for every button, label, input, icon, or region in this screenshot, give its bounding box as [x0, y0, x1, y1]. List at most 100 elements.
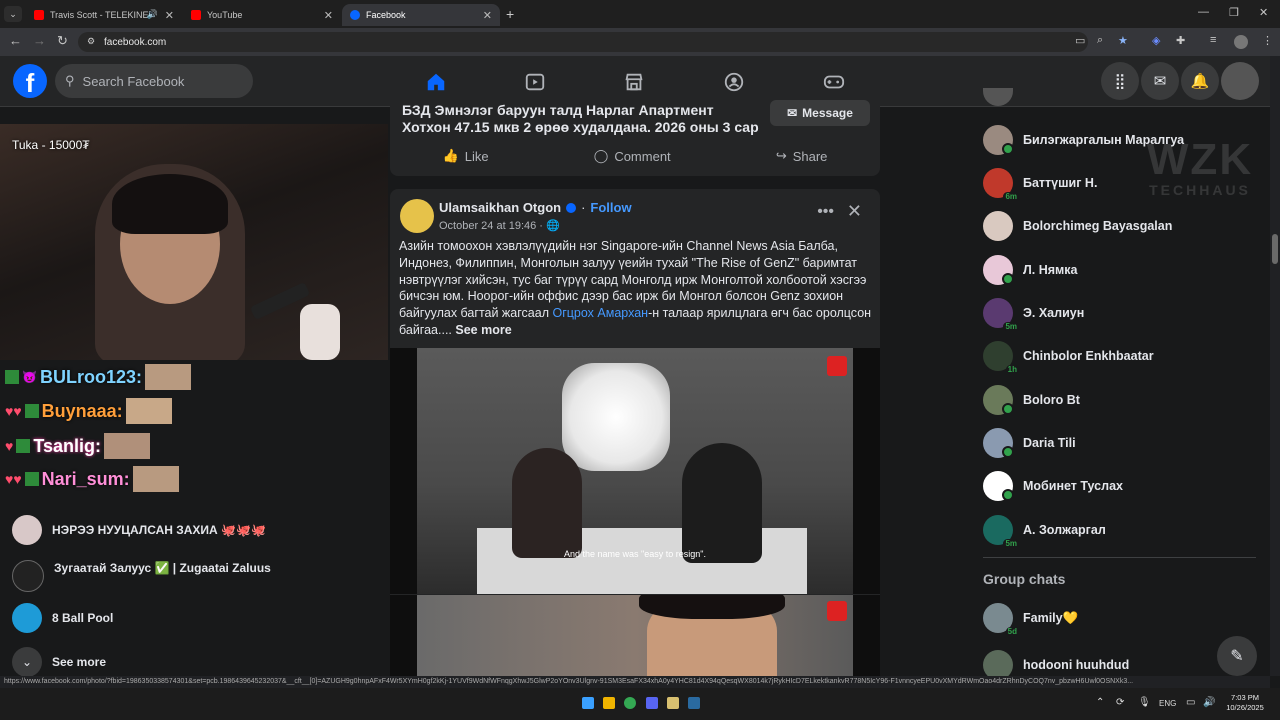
post-text: БЗД Эмнэлэг баруун талд Нарлаг Апартмент…: [402, 102, 759, 135]
post-photo[interactable]: [390, 595, 880, 676]
contact-item[interactable]: 6m Баттүшиг Н.: [983, 165, 1253, 201]
comment-icon: ◯: [593, 148, 609, 163]
search-input[interactable]: ⚲ Search Facebook: [55, 64, 253, 98]
8-ball-icon: [12, 603, 42, 633]
badge-icon: [24, 404, 39, 418]
new-message-button[interactable]: ✎: [1217, 636, 1257, 676]
tab-list-button[interactable]: ⌄: [4, 6, 22, 22]
bell-icon: 🔔: [1190, 73, 1210, 90]
contact-name: Л. Нямка: [1023, 263, 1078, 277]
person-hair: [639, 595, 785, 619]
plush-toy: [300, 304, 340, 360]
url-field[interactable]: ⚙ facebook.com: [78, 32, 1088, 52]
shortcut-avatar: [12, 515, 42, 545]
shortcut-item[interactable]: НЭРЭЭ НУУЦАЛСАН ЗАХИА 🐙🐙🐙: [12, 515, 266, 545]
chat-line: 😈 BULroo123:: [5, 364, 191, 390]
clock-date: 10/26/2025: [1226, 703, 1264, 712]
forward-icon[interactable]: →: [33, 33, 46, 48]
tray-chevron-icon[interactable]: ⌃: [1096, 697, 1104, 708]
logo-mark-icon: [827, 356, 847, 376]
post-options-icon[interactable]: •••: [817, 203, 834, 221]
start-icon[interactable]: [582, 697, 594, 709]
messenger-icon: ✉: [1153, 73, 1167, 90]
author-avatar[interactable]: [400, 199, 434, 233]
notifications-button[interactable]: 🔔: [1181, 62, 1219, 100]
comment-button[interactable]: ◯ Comment: [594, 148, 671, 164]
mention-link[interactable]: Огцрох Амархан: [552, 306, 648, 320]
facebook-logo-icon[interactable]: f: [13, 64, 47, 98]
close-window-icon[interactable]: ✕: [1259, 6, 1268, 19]
scrollbar-thumb[interactable]: [1272, 234, 1278, 264]
minimize-icon[interactable]: —: [1198, 6, 1209, 18]
network-icon: ▭: [1186, 697, 1196, 708]
chat-user: BULroo123:: [39, 366, 142, 387]
contact-item[interactable]: Л. Нямка: [983, 252, 1253, 288]
streamer-hair: [112, 174, 228, 234]
shortcut-label: НЭРЭЭ НУУЦАЛСАН ЗАХИА 🐙🐙🐙: [52, 523, 266, 537]
close-tab-icon[interactable]: ✕: [165, 9, 174, 22]
contact-item[interactable]: Boloro Bt: [983, 382, 1253, 418]
tab-youtube[interactable]: YouTube ✕: [183, 4, 341, 26]
file-explorer-icon[interactable]: [603, 697, 615, 709]
contact-item[interactable]: 5m Э. Халиун: [983, 295, 1253, 331]
group-name: Family💛: [1023, 610, 1079, 625]
contact-item[interactable]: Daria Tili: [983, 425, 1253, 461]
tab-facebook[interactable]: Facebook ✕: [342, 4, 500, 26]
puzzle-icon[interactable]: ✚: [1176, 34, 1185, 47]
online-dot-icon: [1002, 446, 1014, 458]
restore-icon[interactable]: ❐: [1229, 6, 1239, 19]
cast-icon[interactable]: ▭: [1075, 34, 1085, 47]
message-button[interactable]: ✉ Message: [770, 100, 870, 126]
post-photo[interactable]: And the name was "easy to resign".: [390, 348, 880, 594]
back-icon[interactable]: ←: [9, 33, 22, 48]
tab-youtube-music[interactable]: Travis Scott - TELEKINESIS ( 🔊 ✕: [26, 4, 182, 26]
contact-item[interactable]: Bolorchimeg Bayasgalan: [983, 208, 1253, 244]
contact-item[interactable]: 1h Chinbolor Enkhbaatar: [983, 338, 1253, 374]
see-more-button[interactable]: ⌄ See more: [12, 647, 106, 677]
contact-avatar: [983, 471, 1014, 501]
chat-line: ♥♥ Nari_sum:: [5, 466, 179, 492]
close-post-icon[interactable]: ✕: [847, 201, 862, 222]
shortcut-item[interactable]: Зугаатай Залуус ✅ | Zugaatai Zaluus: [12, 560, 284, 592]
new-tab-button[interactable]: +: [506, 6, 514, 22]
share-button[interactable]: ↪ Share: [776, 148, 828, 164]
group-chat-item[interactable]: 5d Family💛: [983, 600, 1253, 636]
photo-scene: [417, 595, 853, 676]
contact-avatar: [983, 125, 1014, 155]
follow-link[interactable]: Follow: [590, 200, 631, 215]
like-button[interactable]: 👍 Like: [443, 148, 489, 164]
menu-icon[interactable]: ⋮: [1262, 34, 1273, 47]
site-info-icon[interactable]: ⚙: [87, 36, 95, 47]
contact-item[interactable]: Билэгжаргалын Маралгуа: [983, 122, 1253, 158]
tab-title: Facebook: [366, 10, 406, 20]
post-card: Ulamsaikhan Otgon · Follow October 24 at…: [390, 189, 880, 676]
app-icon[interactable]: [667, 697, 679, 709]
close-tab-icon[interactable]: ✕: [483, 9, 492, 22]
bookmark-star-icon[interactable]: ★: [1118, 34, 1128, 47]
close-tab-icon[interactable]: ✕: [324, 9, 333, 22]
steam-icon[interactable]: [688, 697, 700, 709]
last-active-badge: 5d: [1005, 627, 1019, 636]
logo-mark-icon: [827, 601, 847, 621]
messenger-button[interactable]: ✉: [1141, 62, 1179, 100]
contact-item[interactable]: Мобинет Туслах: [983, 468, 1253, 504]
clock[interactable]: 7:03 PM 10/26/2025: [1222, 693, 1268, 713]
shortcut-item[interactable]: 8 Ball Pool: [12, 603, 113, 633]
chrome-icon[interactable]: [624, 697, 636, 709]
extension-icon[interactable]: ◈: [1152, 34, 1160, 47]
author-name[interactable]: Ulamsaikhan Otgon: [439, 200, 561, 215]
post-time[interactable]: October 24 at 19:46 ·: [439, 220, 546, 232]
contact-item[interactable]: 5m А. Золжаргал: [983, 512, 1253, 548]
discord-icon[interactable]: [646, 697, 658, 709]
menu-grid-button[interactable]: ⣿: [1101, 62, 1139, 100]
emote-image: [125, 398, 172, 424]
see-more-link[interactable]: See more: [455, 323, 511, 337]
account-avatar[interactable]: [1221, 62, 1259, 100]
reload-icon[interactable]: ↻: [57, 33, 68, 49]
messenger-icon: ✉: [787, 106, 798, 120]
reading-list-icon[interactable]: ≡: [1210, 34, 1216, 46]
language-indicator[interactable]: ENG: [1159, 699, 1176, 708]
profile-avatar[interactable]: [1234, 35, 1248, 49]
page-scrollbar[interactable]: [1270, 56, 1280, 676]
zoom-icon[interactable]: ⌕: [1097, 34, 1103, 47]
